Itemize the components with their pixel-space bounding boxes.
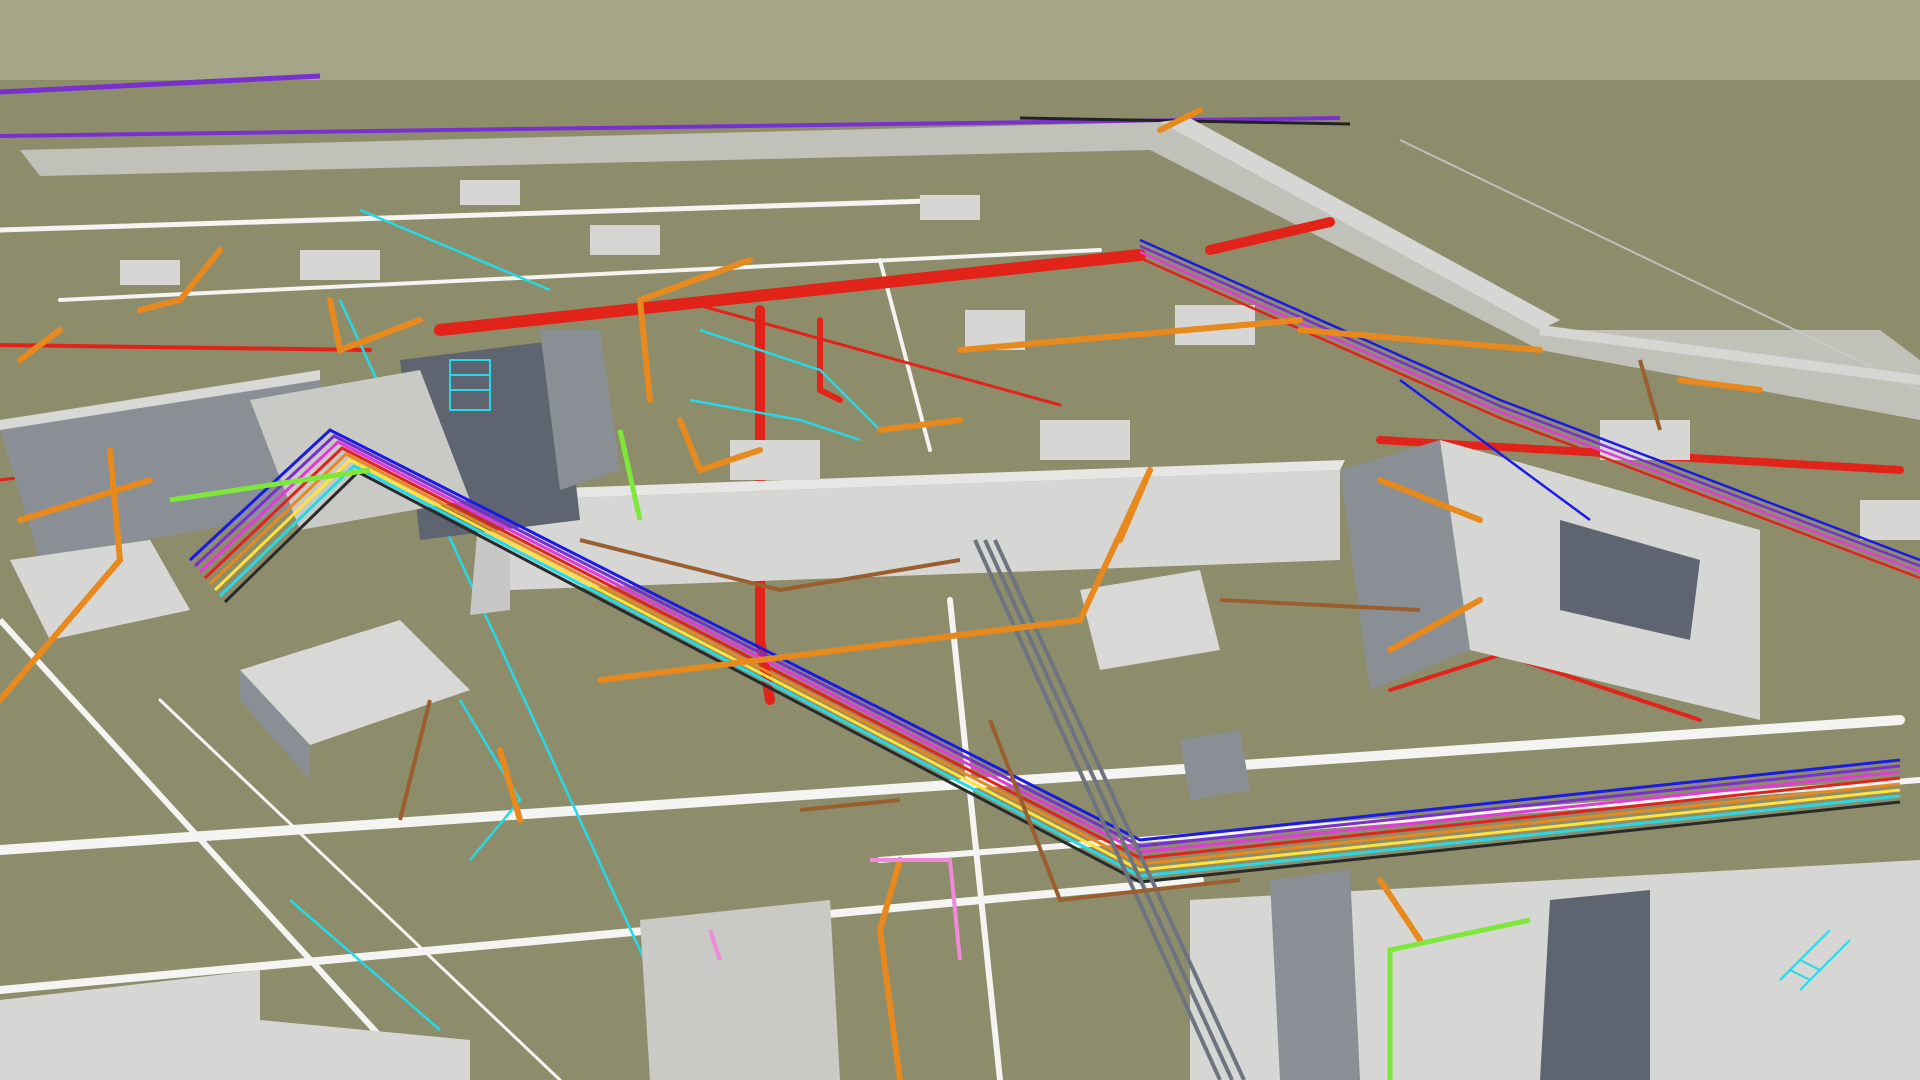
- 3d-model-viewport[interactable]: [0, 0, 1920, 1080]
- bim-scene: [0, 0, 1920, 1080]
